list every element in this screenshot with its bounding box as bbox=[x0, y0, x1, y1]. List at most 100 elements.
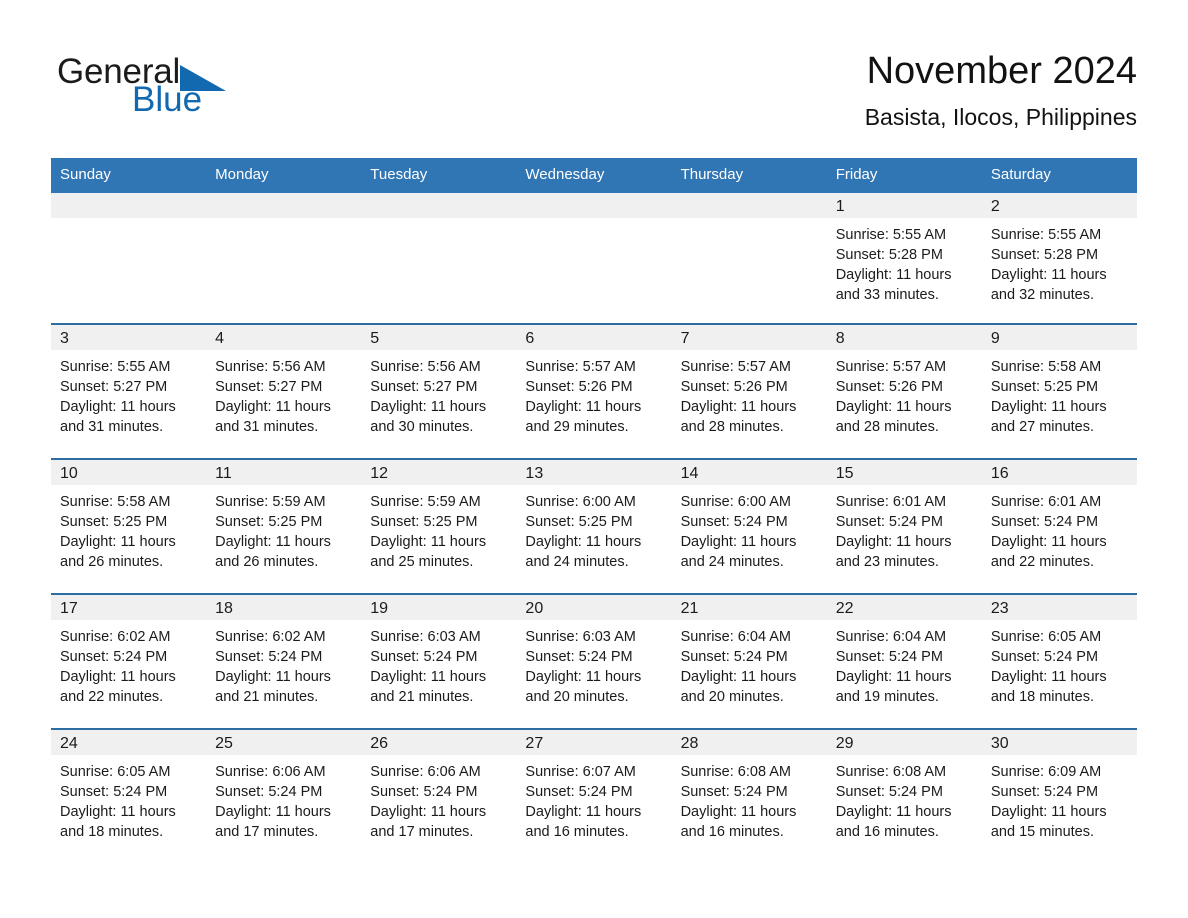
calendar-day-cell[interactable]: 17 Sunrise: 6:02 AM Sunset: 5:24 PM Dayligh… bbox=[51, 593, 207, 729]
daylight-text: Daylight: 11 hours and 15 minutes. bbox=[990, 804, 1107, 840]
day-number bbox=[516, 193, 672, 218]
daylight-text: Daylight: 11 hours and 20 minutes. bbox=[680, 669, 797, 705]
sunrise-text: Sunrise: 6:07 AM bbox=[525, 764, 636, 780]
calendar-day-cell[interactable]: 4 Sunrise: 5:56 AM Sunset: 5:27 PM Daylight… bbox=[206, 323, 362, 459]
daylight-text: Daylight: 11 hours and 22 minutes. bbox=[990, 534, 1107, 570]
day-number: 25 bbox=[206, 730, 362, 755]
sunrise-text: Sunrise: 5:58 AM bbox=[990, 359, 1102, 375]
day-cell-inner: 30 Sunrise: 6:09 AM Sunset: 5:24 PM Dayligh… bbox=[981, 730, 1137, 863]
sunset-text: Sunset: 5:26 PM bbox=[525, 379, 633, 395]
calendar-day-cell[interactable]: 22 Sunrise: 6:04 AM Sunset: 5:24 PM Dayligh… bbox=[826, 593, 982, 729]
day-cell-details: Sunrise: 6:04 AM Sunset: 5:24 PM Daylight:… bbox=[672, 620, 827, 707]
calendar-week-row: 24 Sunrise: 6:05 AM Sunset: 5:24 PM Dayligh… bbox=[51, 728, 1137, 863]
sunset-text: Sunset: 5:24 PM bbox=[680, 649, 788, 665]
calendar-day-cell[interactable]: 8 Sunrise: 5:57 AM Sunset: 5:26 PM Daylight… bbox=[826, 323, 982, 459]
calendar-day-cell[interactable]: 24 Sunrise: 6:05 AM Sunset: 5:24 PM Dayligh… bbox=[51, 728, 207, 863]
sunrise-text: Sunrise: 6:05 AM bbox=[990, 629, 1102, 645]
day-number: 28 bbox=[671, 730, 827, 755]
daylight-text: Daylight: 11 hours and 31 minutes. bbox=[60, 399, 176, 435]
calendar-day-cell[interactable]: 14 Sunrise: 6:00 AM Sunset: 5:24 PM Dayligh… bbox=[671, 458, 827, 594]
calendar-day-cell[interactable]: 6 Sunrise: 5:57 AM Sunset: 5:26 PM Daylight… bbox=[516, 323, 672, 459]
calendar-day-cell[interactable]: 3 Sunrise: 5:55 AM Sunset: 5:27 PM Daylight… bbox=[51, 323, 207, 459]
sunrise-text: Sunrise: 5:55 AM bbox=[990, 227, 1102, 243]
calendar-day-cell[interactable]: 29 Sunrise: 6:08 AM Sunset: 5:24 PM Dayligh… bbox=[826, 728, 982, 863]
calendar-day-cell[interactable]: 15 Sunrise: 6:01 AM Sunset: 5:24 PM Dayligh… bbox=[826, 458, 982, 594]
sunrise-text: Sunrise: 5:57 AM bbox=[525, 359, 636, 375]
day-cell-details: Sunrise: 6:02 AM Sunset: 5:24 PM Daylight:… bbox=[51, 620, 206, 707]
day-number: 30 bbox=[981, 730, 1137, 755]
sunset-text: Sunset: 5:25 PM bbox=[60, 514, 168, 530]
day-cell-details: Sunrise: 6:01 AM Sunset: 5:24 PM Daylight:… bbox=[827, 485, 982, 572]
day-cell-inner: 14 Sunrise: 6:00 AM Sunset: 5:24 PM Dayligh… bbox=[671, 460, 827, 593]
sunset-text: Sunset: 5:24 PM bbox=[835, 514, 943, 530]
calendar-header-row: Sunday Monday Tuesday Wednesday Thursday… bbox=[51, 158, 1137, 193]
calendar-day-cell[interactable]: 1 Sunrise: 5:55 AM Sunset: 5:28 PM Daylight… bbox=[826, 193, 982, 324]
calendar-day-cell[interactable]: 26 Sunrise: 6:06 AM Sunset: 5:24 PM Dayligh… bbox=[361, 728, 517, 863]
calendar-day-cell[interactable]: 30 Sunrise: 6:09 AM Sunset: 5:24 PM Dayligh… bbox=[981, 728, 1137, 863]
day-number: 4 bbox=[206, 325, 362, 350]
daylight-text: Daylight: 11 hours and 18 minutes. bbox=[990, 669, 1107, 705]
day-number: 12 bbox=[361, 460, 517, 485]
sunrise-text: Sunrise: 6:05 AM bbox=[60, 764, 171, 780]
calendar-day-cell[interactable]: 13 Sunrise: 6:00 AM Sunset: 5:25 PM Dayligh… bbox=[516, 458, 672, 594]
day-cell-inner: 18 Sunrise: 6:02 AM Sunset: 5:24 PM Dayligh… bbox=[206, 595, 362, 728]
calendar-table: Sunday Monday Tuesday Wednesday Thursday… bbox=[51, 158, 1137, 863]
day-cell-details: Sunrise: 6:08 AM Sunset: 5:24 PM Daylight:… bbox=[827, 755, 982, 842]
calendar-day-cell[interactable]: 19 Sunrise: 6:03 AM Sunset: 5:24 PM Dayligh… bbox=[361, 593, 517, 729]
sunrise-text: Sunrise: 6:03 AM bbox=[370, 629, 481, 645]
calendar-day-cell[interactable]: 25 Sunrise: 6:06 AM Sunset: 5:24 PM Dayligh… bbox=[206, 728, 362, 863]
sunset-text: Sunset: 5:24 PM bbox=[60, 784, 168, 800]
sunrise-text: Sunrise: 5:57 AM bbox=[835, 359, 947, 375]
calendar-day-cell[interactable]: 9 Sunrise: 5:58 AM Sunset: 5:25 PM Daylight… bbox=[981, 323, 1137, 459]
day-cell-details: Sunrise: 6:02 AM Sunset: 5:24 PM Daylight:… bbox=[206, 620, 361, 707]
calendar-day-cell[interactable]: 2 Sunrise: 5:55 AM Sunset: 5:28 PM Daylight… bbox=[981, 193, 1137, 324]
sunset-text: Sunset: 5:24 PM bbox=[370, 784, 478, 800]
daylight-text: Daylight: 11 hours and 24 minutes. bbox=[680, 534, 797, 570]
calendar-day-cell[interactable]: 23 Sunrise: 6:05 AM Sunset: 5:24 PM Dayligh… bbox=[981, 593, 1137, 729]
day-cell-inner: 25 Sunrise: 6:06 AM Sunset: 5:24 PM Dayligh… bbox=[206, 730, 362, 863]
sunset-text: Sunset: 5:24 PM bbox=[60, 649, 168, 665]
daylight-text: Daylight: 11 hours and 16 minutes. bbox=[525, 804, 642, 840]
calendar-day-cell[interactable]: 12 Sunrise: 5:59 AM Sunset: 5:25 PM Dayligh… bbox=[361, 458, 517, 594]
calendar-day-cell[interactable]: 11 Sunrise: 5:59 AM Sunset: 5:25 PM Dayligh… bbox=[206, 458, 362, 594]
day-number: 15 bbox=[826, 460, 982, 485]
calendar-week-row: 10 Sunrise: 5:58 AM Sunset: 5:25 PM Dayligh… bbox=[51, 458, 1137, 594]
calendar-body: 1 Sunrise: 5:55 AM Sunset: 5:28 PM Daylight… bbox=[51, 193, 1137, 863]
day-cell-inner bbox=[361, 193, 517, 323]
day-number bbox=[206, 193, 362, 218]
day-number: 23 bbox=[981, 595, 1137, 620]
calendar-day-cell-empty bbox=[671, 193, 827, 324]
day-cell-inner: 1 Sunrise: 5:55 AM Sunset: 5:28 PM Daylight… bbox=[826, 193, 982, 323]
day-cell-inner: 3 Sunrise: 5:55 AM Sunset: 5:27 PM Daylight… bbox=[51, 325, 207, 458]
calendar-day-cell[interactable]: 27 Sunrise: 6:07 AM Sunset: 5:24 PM Dayligh… bbox=[516, 728, 672, 863]
calendar-day-cell[interactable]: 20 Sunrise: 6:03 AM Sunset: 5:24 PM Dayligh… bbox=[516, 593, 672, 729]
calendar-day-cell[interactable]: 7 Sunrise: 5:57 AM Sunset: 5:26 PM Daylight… bbox=[671, 323, 827, 459]
sunrise-text: Sunrise: 6:03 AM bbox=[525, 629, 636, 645]
title-block: November 2024 Basista, Ilocos, Philippin… bbox=[865, 48, 1137, 131]
day-number: 29 bbox=[826, 730, 982, 755]
logo-text-blue: Blue bbox=[132, 80, 203, 119]
sunset-text: Sunset: 5:27 PM bbox=[370, 379, 478, 395]
calendar-day-cell[interactable]: 10 Sunrise: 5:58 AM Sunset: 5:25 PM Dayligh… bbox=[51, 458, 207, 594]
calendar-day-cell[interactable]: 21 Sunrise: 6:04 AM Sunset: 5:24 PM Dayligh… bbox=[671, 593, 827, 729]
day-number: 8 bbox=[826, 325, 982, 350]
calendar-day-cell-empty bbox=[516, 193, 672, 324]
sunrise-text: Sunrise: 6:01 AM bbox=[990, 494, 1102, 510]
calendar-day-cell[interactable]: 16 Sunrise: 6:01 AM Sunset: 5:24 PM Dayligh… bbox=[981, 458, 1137, 594]
day-number: 14 bbox=[671, 460, 827, 485]
day-number: 13 bbox=[516, 460, 672, 485]
sunset-text: Sunset: 5:24 PM bbox=[990, 784, 1099, 800]
day-cell-details: Sunrise: 5:57 AM Sunset: 5:26 PM Daylight:… bbox=[672, 350, 827, 437]
daylight-text: Daylight: 11 hours and 29 minutes. bbox=[525, 399, 642, 435]
calendar-day-cell[interactable]: 5 Sunrise: 5:56 AM Sunset: 5:27 PM Daylight… bbox=[361, 323, 517, 459]
sunset-text: Sunset: 5:25 PM bbox=[215, 514, 323, 530]
calendar-day-cell[interactable]: 28 Sunrise: 6:08 AM Sunset: 5:24 PM Dayligh… bbox=[671, 728, 827, 863]
day-cell-inner: 23 Sunrise: 6:05 AM Sunset: 5:24 PM Dayligh… bbox=[981, 595, 1137, 728]
day-cell-inner: 17 Sunrise: 6:02 AM Sunset: 5:24 PM Dayligh… bbox=[51, 595, 207, 728]
day-cell-inner bbox=[671, 193, 827, 323]
calendar-day-cell[interactable]: 18 Sunrise: 6:02 AM Sunset: 5:24 PM Dayligh… bbox=[206, 593, 362, 729]
sunrise-text: Sunrise: 6:02 AM bbox=[215, 629, 326, 645]
calendar-page: General Blue November 2024 Basista, Iloc… bbox=[0, 0, 1188, 918]
sunrise-text: Sunrise: 6:00 AM bbox=[525, 494, 636, 510]
daylight-text: Daylight: 11 hours and 25 minutes. bbox=[370, 534, 487, 570]
